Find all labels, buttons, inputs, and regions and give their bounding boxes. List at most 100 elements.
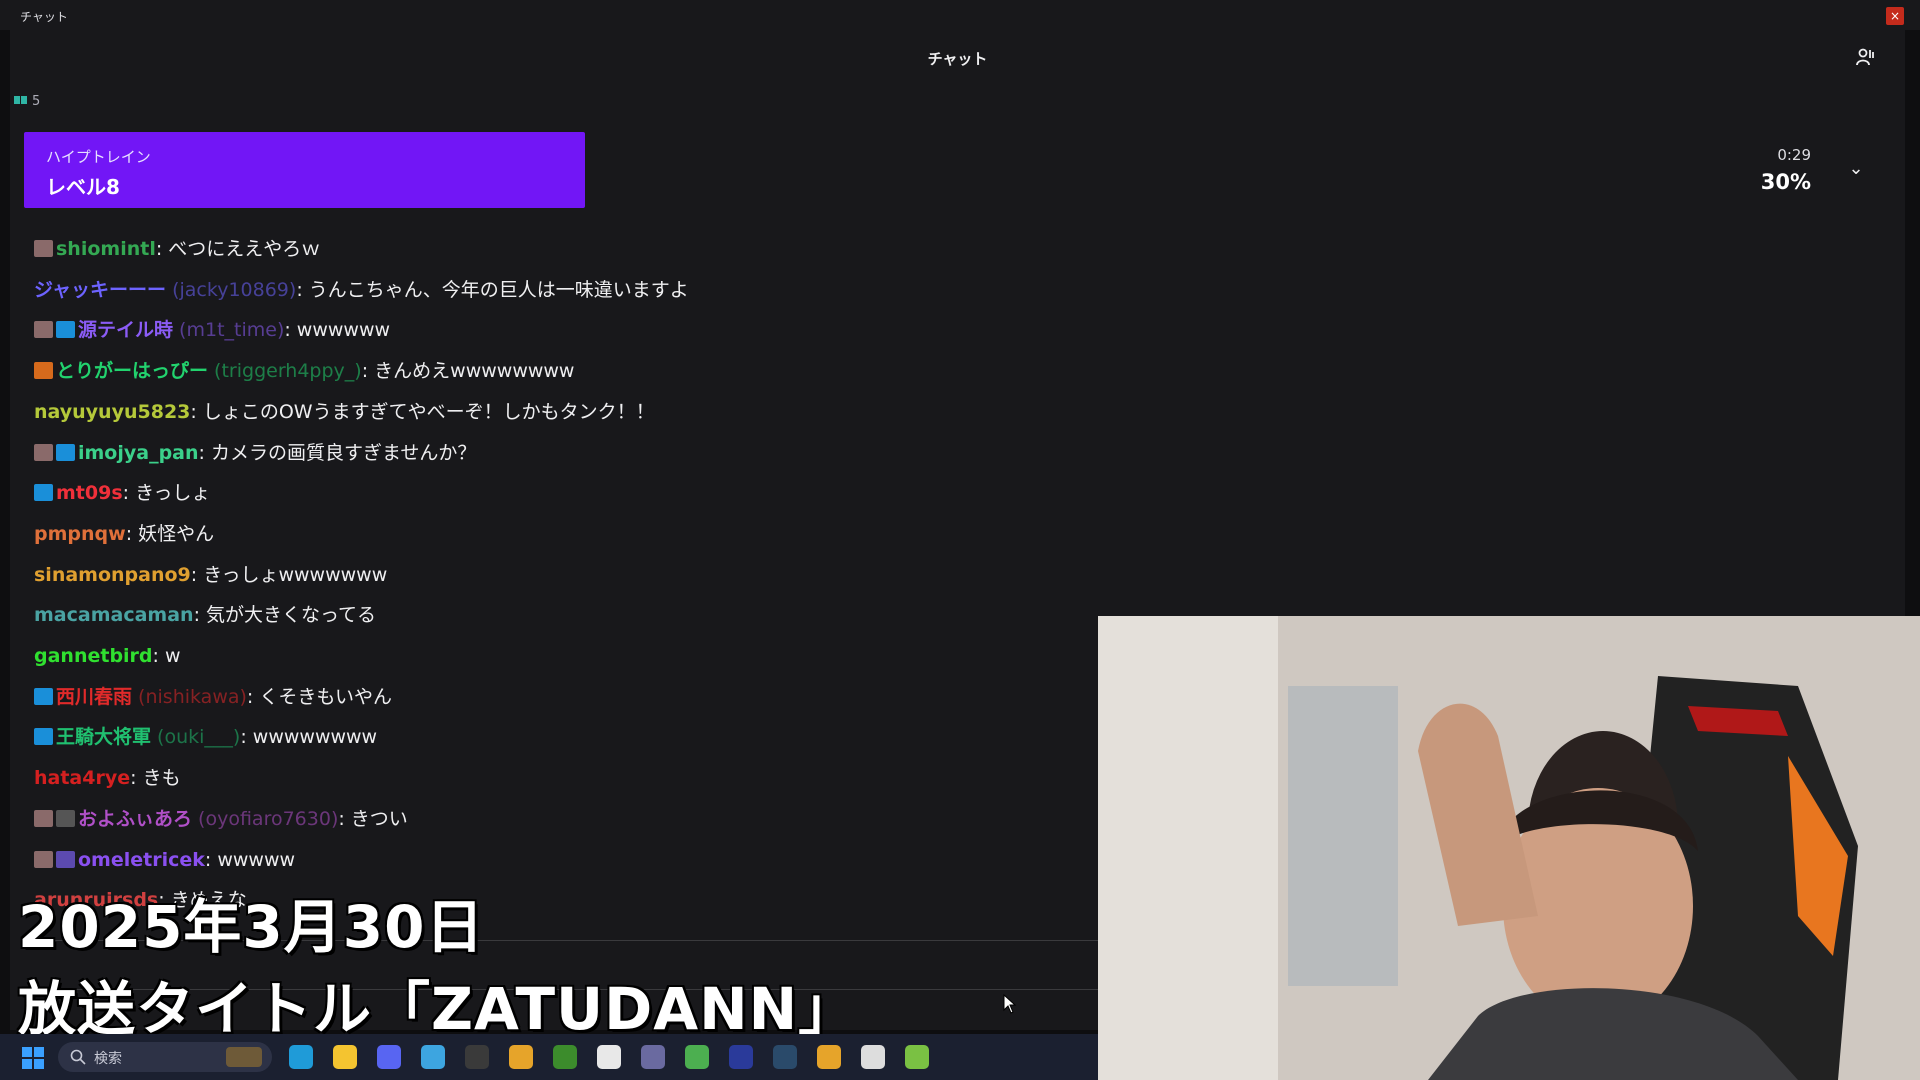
webcam-video <box>1098 616 1920 1080</box>
webcam-image <box>1098 616 1920 1080</box>
media-player-icon[interactable] <box>905 1045 929 1069</box>
obs-icon[interactable] <box>465 1045 489 1069</box>
viewer-icon <box>14 96 27 104</box>
chat-username[interactable]: 王騎大将軍 <box>56 726 151 748</box>
chat-message: omeletricek: wwwww <box>34 845 295 875</box>
chat-message: 王騎大将軍 (ouki___): wwwwwwww <box>34 722 377 752</box>
chat-username[interactable]: nayuyuyu5823 <box>34 401 190 423</box>
monitor-icon[interactable] <box>729 1045 753 1069</box>
chat-message-text: : 気が大きくなってる <box>193 604 377 626</box>
hype-train-percent: 30% <box>1760 170 1811 194</box>
chat-username[interactable]: omeletricek <box>78 849 205 871</box>
chat-username[interactable]: 源テイル時 <box>78 319 173 341</box>
window-titlebar: チャット × <box>0 0 1920 30</box>
window-title: チャット <box>20 10 68 24</box>
chat-username[interactable]: pmpnqw <box>34 523 126 545</box>
chat-login-name: (triggerh4ppy_) <box>208 360 362 382</box>
capcut-icon[interactable] <box>597 1045 621 1069</box>
close-button[interactable]: × <box>1886 7 1904 25</box>
chat-username[interactable]: macamacaman <box>34 604 194 626</box>
search-highlight-icon <box>226 1047 262 1067</box>
chat-message: ジャッキーーー (jacky10869): うんこちゃん、今年の巨人は一味違いま… <box>34 275 689 305</box>
chat-message-text: : しょこのOWうますぎてやべーぞ！しかもタンク！！ <box>190 401 655 423</box>
chat-username[interactable]: gannetbird <box>34 645 153 667</box>
chat-message: 源テイル時 (m1t_time): wwwwww <box>34 315 390 345</box>
sub-badge-icon[interactable] <box>34 851 53 868</box>
chat-message: hata4rye: きも <box>34 763 181 793</box>
hype-train-banner[interactable]: ハイプトレイン レベル8 0:29 30% ⌄ <box>24 132 1895 208</box>
unreal-icon[interactable] <box>861 1045 885 1069</box>
chat-username[interactable]: およふぃあろ <box>78 808 192 830</box>
edge-icon[interactable] <box>289 1045 313 1069</box>
chat-username[interactable]: 西川春雨 <box>56 686 132 708</box>
sub-badge-icon[interactable] <box>34 444 53 461</box>
chat-message: gannetbird: w <box>34 641 181 671</box>
steam-icon[interactable] <box>773 1045 797 1069</box>
vip-badge-icon[interactable] <box>56 851 75 868</box>
sub-badge-icon[interactable] <box>34 810 53 827</box>
notepad-icon[interactable] <box>421 1045 445 1069</box>
taskbar-search-box[interactable]: 検索 <box>58 1042 272 1072</box>
taskbar: 検索 <box>0 1034 1098 1080</box>
chat-header: チャット <box>10 30 1905 84</box>
chat-message: nayuyuyu5823: しょこのOWうますぎてやべーぞ！しかもタンク！！ <box>34 397 655 427</box>
chat-message-text: : べつにええやろｗ <box>155 238 321 260</box>
chat-message-text: : wwwwwwww <box>240 726 378 748</box>
discord-icon[interactable] <box>377 1045 401 1069</box>
hype-train-time-left: 0:29 <box>1777 146 1811 164</box>
chevron-down-icon[interactable]: ⌄ <box>1841 154 1871 184</box>
chat-message-text: : wwwww <box>204 849 296 871</box>
chat-username[interactable]: hata4rye <box>34 767 130 789</box>
chat-message: mt09s: きっしょ <box>34 478 210 508</box>
chat-message-text: : くそきもいやん <box>246 686 392 708</box>
search-icon <box>70 1049 86 1065</box>
taskbar-search-placeholder: 検索 <box>94 1051 122 1067</box>
chat-message: imojya_pan: カメラの画質良すぎませんか？ <box>34 438 476 468</box>
chrome-icon[interactable] <box>509 1045 533 1069</box>
chat-login-name: (m1t_time) <box>173 319 285 341</box>
chat-username[interactable]: ジャッキーーー <box>34 279 166 301</box>
chat-message-text: : うんこちゃん、今年の巨人は一味違いますよ <box>296 279 689 301</box>
prime-badge-icon[interactable] <box>56 444 75 461</box>
chat-login-name: (nishikawa) <box>132 686 247 708</box>
drive-icon[interactable] <box>685 1045 709 1069</box>
chat-message-text: : きつい <box>338 808 408 830</box>
users-icon[interactable] <box>1855 46 1877 68</box>
prime-badge-icon[interactable] <box>34 688 53 705</box>
file-explorer-icon[interactable] <box>333 1045 357 1069</box>
prime-badge-icon[interactable] <box>34 484 53 501</box>
chat-username[interactable]: shiomintl <box>56 238 156 260</box>
minecraft-icon[interactable] <box>553 1045 577 1069</box>
chat-message: sinamonpano9: きっしょwwwwwww <box>34 560 387 590</box>
keyboard-icon[interactable] <box>641 1045 665 1069</box>
chat-message-text: : きんめえwwwwwwww <box>361 360 575 382</box>
chat-message-text: : w <box>152 645 181 667</box>
chat-login-name: (ouki___) <box>151 726 241 748</box>
mouse-cursor-icon <box>1003 994 1017 1014</box>
hype-train-label: ハイプトレイン <box>46 148 151 166</box>
prime-badge-icon[interactable] <box>56 321 75 338</box>
chat-message-text: : きっしょwwwwwww <box>190 564 388 586</box>
sub-badge-icon[interactable] <box>34 321 53 338</box>
chat-message: pmpnqw: 妖怪やん <box>34 519 214 549</box>
chrome-2-icon[interactable] <box>817 1045 841 1069</box>
chat-message-text: : きっしょ <box>122 482 211 504</box>
windows-start-icon[interactable] <box>22 1047 44 1069</box>
chat-username[interactable]: とりがーはっぴー <box>56 360 208 382</box>
chat-message-text: : 妖怪やん <box>125 523 215 545</box>
viewer-count: 5 <box>14 94 40 109</box>
chat-message-text: : カメラの画質良すぎませんか？ <box>198 442 477 464</box>
prime-badge-icon[interactable] <box>34 728 53 745</box>
chat-message: macamacaman: 気が大きくなってる <box>34 600 376 630</box>
gray-badge-icon[interactable] <box>56 810 75 827</box>
chat-username[interactable]: imojya_pan <box>78 442 199 464</box>
chat-username[interactable]: sinamonpano9 <box>34 564 191 586</box>
chat-username[interactable]: mt09s <box>56 482 123 504</box>
fire-badge-icon[interactable] <box>34 362 53 379</box>
viewer-count-value: 5 <box>32 94 41 109</box>
chat-message-text: : きも <box>130 767 181 789</box>
chat-header-title: チャット <box>927 50 988 68</box>
chat-message: およふぃあろ (oyofiaro7630): きつい <box>34 804 408 834</box>
sub-badge-icon[interactable] <box>34 240 53 257</box>
chat-message: 西川春雨 (nishikawa): くそきもいやん <box>34 682 392 712</box>
